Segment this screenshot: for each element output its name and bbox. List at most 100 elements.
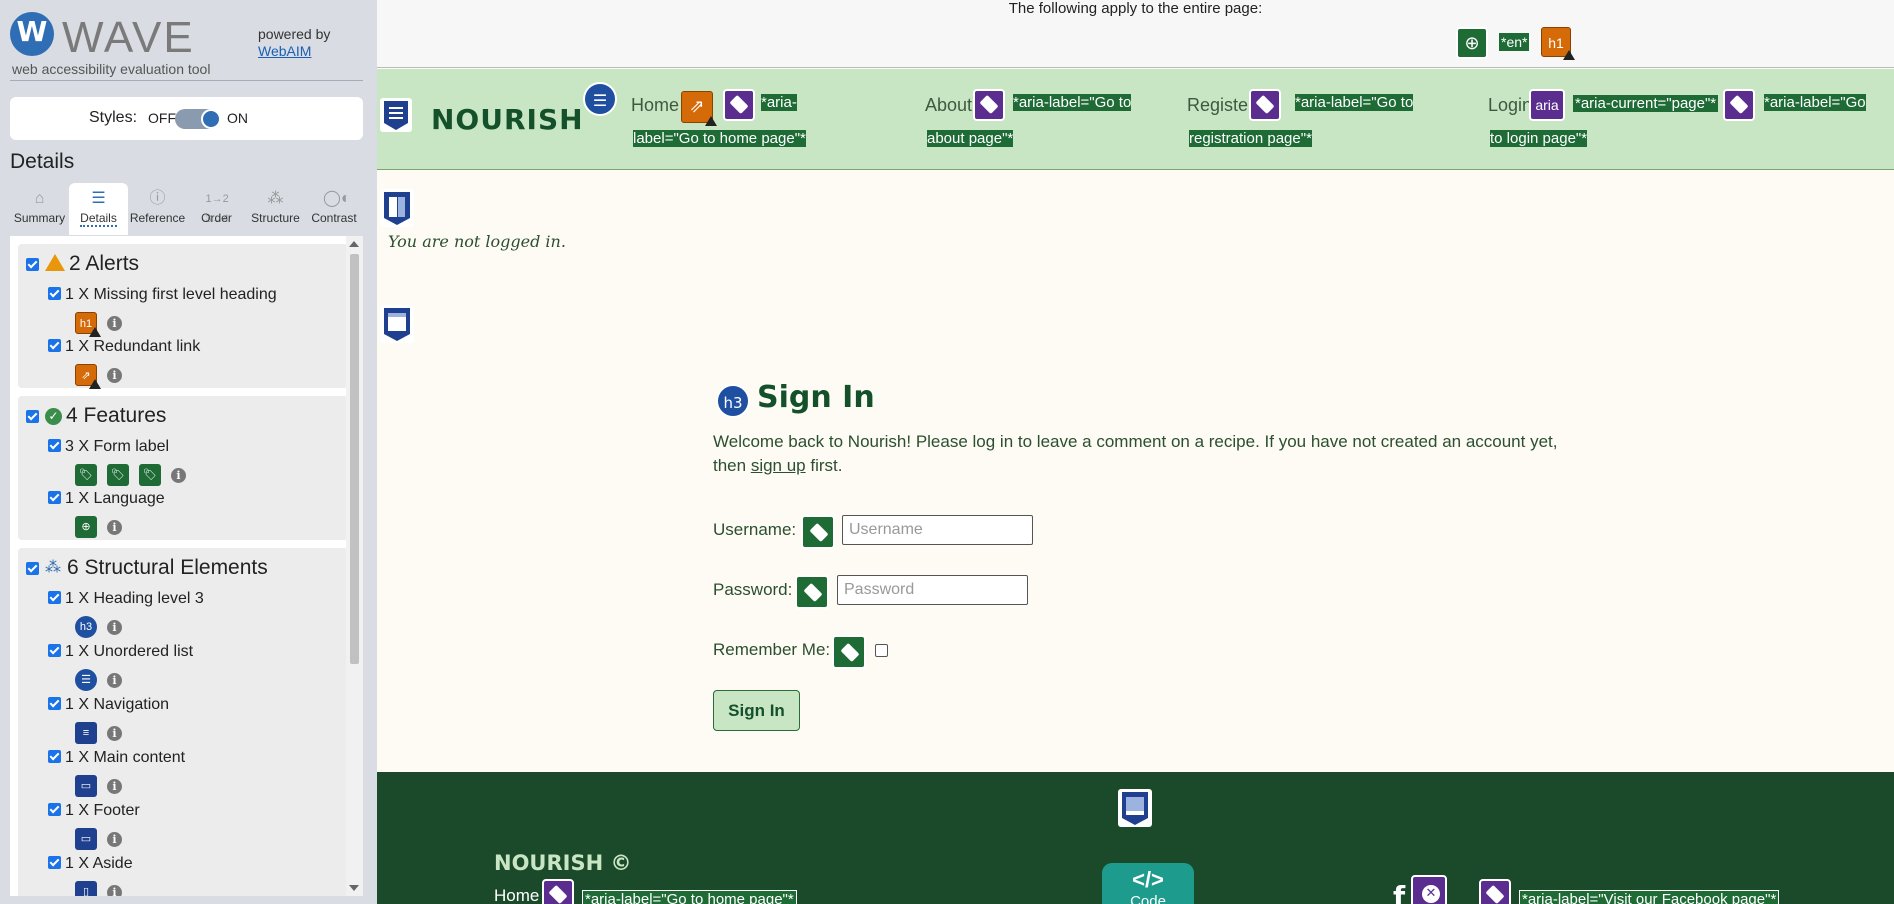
structure-row-nav[interactable]: 1 X Navigation xyxy=(48,696,169,714)
checkbox[interactable] xyxy=(48,439,61,452)
info-icon[interactable]: i xyxy=(107,672,122,688)
alerts-heading[interactable]: 2 Alerts xyxy=(26,252,139,276)
checkbox[interactable] xyxy=(48,591,61,604)
scroll-up-arrow[interactable] xyxy=(349,241,359,247)
checkbox[interactable] xyxy=(48,856,61,869)
sign-up-link[interactable]: sign up xyxy=(751,456,806,475)
features-checkbox[interactable] xyxy=(26,409,39,423)
aria-label-icon[interactable] xyxy=(1479,879,1511,904)
features-section: ✓ 4 Features 3 X Form label 🏷 🏷 🏷 i 1 X Lang… xyxy=(18,396,348,540)
h3-icon[interactable]: h3 xyxy=(716,384,750,418)
checkbox[interactable] xyxy=(48,750,61,763)
wave-logo-icon: W xyxy=(10,12,54,56)
unordered-list-icon[interactable]: ☰ xyxy=(583,82,617,116)
form-label-icon[interactable] xyxy=(795,575,829,609)
info-icon[interactable]: i xyxy=(107,778,122,794)
tab-summary[interactable]: ⌂ Summary xyxy=(10,183,69,235)
styles-on-label: ON xyxy=(227,110,248,126)
error-icon[interactable]: ✕ xyxy=(1411,875,1447,904)
navigation-icon[interactable]: ≡ xyxy=(75,722,97,744)
redundant-link-icon[interactable]: ⇗ xyxy=(75,364,101,389)
h3-icon[interactable]: h3 xyxy=(75,616,97,638)
tab-reference[interactable]: ⓘ Reference xyxy=(128,183,187,235)
login-status: You are not logged in. xyxy=(388,232,566,251)
form-label-icon[interactable]: 🏷 xyxy=(107,464,129,486)
alerts-checkbox[interactable] xyxy=(26,257,39,271)
feature-row-language[interactable]: 1 X Language xyxy=(48,490,165,508)
password-input[interactable]: Password xyxy=(837,575,1028,605)
tab-structure[interactable]: ⁂ Structure xyxy=(246,183,305,235)
globe-icon[interactable]: ⊕ xyxy=(1456,27,1488,59)
info-icon[interactable]: i xyxy=(107,619,122,635)
aria-label-icon[interactable] xyxy=(542,879,574,904)
globe-icon[interactable]: ⊕ xyxy=(75,516,97,538)
footer-icon[interactable]: ▭ xyxy=(75,828,97,850)
site-header: NOURISH ☰ Home ⇗ *aria-label="Go to home… xyxy=(377,69,1894,170)
features-heading[interactable]: ✓ 4 Features xyxy=(26,404,166,428)
form-label-icon[interactable] xyxy=(801,515,835,549)
contrast-icon: ◯◐ xyxy=(323,190,351,207)
wave-sidebar: W WAVE web accessibility evaluation tool… xyxy=(0,0,377,904)
info-icon[interactable]: i xyxy=(107,315,122,331)
code-link[interactable]: </> Code xyxy=(1102,863,1194,904)
scroll-thumb[interactable] xyxy=(350,254,359,664)
structure-row-main[interactable]: 1 X Main content xyxy=(48,749,185,767)
webaim-link[interactable]: WebAIM xyxy=(258,43,311,59)
structure-row-footer[interactable]: 1 X Footer xyxy=(48,802,140,820)
form-label-icon[interactable]: 🏷 xyxy=(75,464,97,486)
main-content-icon[interactable] xyxy=(379,304,415,344)
form-label-icon[interactable]: 🏷 xyxy=(139,464,161,486)
remember-me-label: Remember Me: xyxy=(713,640,831,659)
form-label-icon[interactable] xyxy=(832,635,866,669)
h1-alert-icon[interactable]: h1 xyxy=(75,312,101,337)
site-footer: NOURISH © Home *aria-label="Go to home p… xyxy=(377,772,1894,904)
site-brand[interactable]: NOURISH xyxy=(431,103,584,136)
info-icon[interactable]: i xyxy=(107,725,122,741)
info-icon[interactable]: i xyxy=(107,831,122,847)
structure-heading[interactable]: ⁂ 6 Structural Elements xyxy=(26,556,268,580)
tab-contrast[interactable]: ◯◐ Contrast xyxy=(305,183,363,235)
evaluated-page: The following apply to the entire page: … xyxy=(377,0,1894,904)
panel-scrollbar[interactable] xyxy=(346,236,363,896)
styles-toggle-switch[interactable] xyxy=(175,109,221,129)
alert-row-redundant-link[interactable]: 1 X Redundant link xyxy=(48,338,200,356)
structure-row-h3[interactable]: 1 X Heading level 3 xyxy=(48,590,204,608)
remember-me-checkbox[interactable] xyxy=(875,644,888,657)
structure-checkbox[interactable] xyxy=(26,561,39,575)
structure-icons-aside: ▯ i xyxy=(75,881,122,896)
navigation-icon[interactable] xyxy=(379,97,413,133)
aside-icon[interactable]: ▯ xyxy=(75,881,97,896)
footer-icon[interactable] xyxy=(1117,788,1153,828)
checkbox[interactable] xyxy=(48,339,61,352)
alert-row-missing-h1[interactable]: 1 X Missing first level heading xyxy=(48,286,277,304)
feature-row-form-label[interactable]: 3 X Form label xyxy=(48,438,169,456)
checkbox[interactable] xyxy=(48,491,61,504)
unordered-list-icon[interactable]: ☰ xyxy=(75,669,97,691)
password-label: Password: xyxy=(713,580,793,599)
h1-alert-icon[interactable]: h1 xyxy=(1541,27,1575,60)
footer-home-link[interactable]: Home xyxy=(494,886,539,904)
structure-row-ul[interactable]: 1 X Unordered list xyxy=(48,643,193,661)
tab-order[interactable]: 1→2 3→4 Order xyxy=(187,183,246,235)
checkbox[interactable] xyxy=(48,287,61,300)
details-panel[interactable]: 2 Alerts 1 X Missing first level heading… xyxy=(10,236,363,896)
scroll-down-arrow[interactable] xyxy=(349,885,359,891)
info-icon[interactable]: i xyxy=(107,367,122,383)
wave-tabs: ⌂ Summary ☰ Details ⓘ Reference 1→2 3→4 O… xyxy=(10,183,363,235)
structure-row-aside[interactable]: 1 X Aside xyxy=(48,855,133,873)
checkbox[interactable] xyxy=(48,644,61,657)
code-icon: </> xyxy=(1132,867,1164,892)
main-content-icon[interactable]: ▭ xyxy=(75,775,97,797)
tab-details[interactable]: ☰ Details xyxy=(69,183,128,235)
page-wide-icons-bar: The following apply to the entire page: … xyxy=(377,0,1894,68)
username-input[interactable]: Username xyxy=(842,515,1033,545)
checkbox[interactable] xyxy=(48,803,61,816)
sign-in-button[interactable]: Sign In xyxy=(713,690,800,731)
info-icon[interactable]: i xyxy=(171,467,186,483)
facebook-icon[interactable]: f xyxy=(1393,880,1405,904)
info-icon[interactable]: i xyxy=(107,884,122,896)
aside-icon[interactable] xyxy=(379,188,415,228)
checkbox[interactable] xyxy=(48,697,61,710)
powered-by-text: powered by xyxy=(258,26,331,42)
info-icon[interactable]: i xyxy=(107,519,122,535)
